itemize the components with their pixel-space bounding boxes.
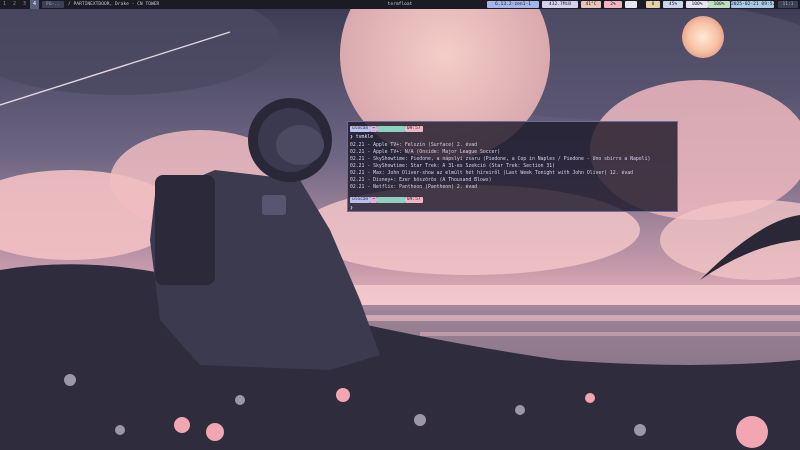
updates-count[interactable]: 0 bbox=[646, 1, 660, 8]
output-line: 02.21 - Apple TV+: N/A (Onside: Major Le… bbox=[350, 150, 501, 155]
workspace-3-button[interactable]: 3 bbox=[20, 0, 29, 9]
prompt2-time: 09:57 bbox=[404, 197, 423, 203]
prompt-user-label: ulocan bbox=[352, 126, 369, 131]
prompt-user: ulocan bbox=[350, 126, 371, 132]
top-status-bar: 1 2 3 4 FG-.. / PARTINEXTDOOR, Drake · C… bbox=[0, 0, 800, 9]
window-title: / PARTINEXTDOOR, Drake · CN TOWER bbox=[68, 2, 160, 7]
window-tag: FG-.. bbox=[42, 1, 64, 8]
command-line: ❯ tvmkle bbox=[350, 135, 374, 140]
memory-usage: 432.7MiB bbox=[542, 1, 578, 8]
desktop-wallpaper bbox=[0, 0, 800, 450]
workspace-4-button[interactable]: 4 bbox=[30, 0, 39, 9]
prompt2-dir: ~ bbox=[370, 197, 377, 203]
output-line: 02.21 - SkyShowtime: Star Trek: A 31-es … bbox=[350, 164, 556, 169]
output-line: 02.21 - Apple TV+: Felszín (Surface) 2. … bbox=[350, 143, 478, 148]
output-line: 02.21 - Netflix: Pantheon (Pantheon) 2. … bbox=[350, 185, 478, 190]
workspace-1-button[interactable]: 1 bbox=[0, 0, 9, 9]
prompt-line-2: ulocan ~09:57 bbox=[350, 197, 423, 204]
volume-indicator[interactable]: 45% bbox=[663, 1, 683, 8]
prompt-dir: ~ bbox=[370, 126, 377, 132]
battery-indicator: 100% bbox=[708, 1, 730, 8]
terminal-input-cursor[interactable]: ❯ bbox=[350, 205, 353, 212]
prompt2-user: ulocan bbox=[350, 197, 371, 203]
output-line: 02.21 - Max: John Oliver-show az elmúlt … bbox=[350, 171, 634, 176]
spacer-segment bbox=[625, 1, 637, 8]
prompt-time: 09:57 bbox=[404, 126, 423, 132]
workspace-2-button[interactable]: 2 bbox=[10, 0, 19, 9]
temperature: 41°C bbox=[581, 1, 601, 8]
floating-terminal-window[interactable]: ulocan ~09:57 ❯ tvmkle 02.21 - Apple TV+… bbox=[347, 121, 678, 212]
prompt-git-segment bbox=[376, 126, 405, 132]
sun bbox=[682, 16, 724, 58]
output-line: 02.21 - SkyShowtime: Piedone, a nápslyi … bbox=[350, 157, 651, 162]
prompt-line: ulocan ~09:57 bbox=[350, 126, 423, 133]
date-time[interactable]: 2025-02-21 09:57 bbox=[731, 1, 774, 8]
center-title: termfloat bbox=[387, 2, 413, 7]
output-line: 02.21 - Disney+: Ezer böszörös (A Thousa… bbox=[350, 178, 492, 183]
brightness-indicator[interactable]: 100% bbox=[686, 1, 708, 8]
kernel-version: 6.13.2-zen1-1 bbox=[487, 1, 539, 8]
system-tray[interactable]: 11:1 bbox=[778, 1, 798, 8]
cpu-usage: 2% bbox=[604, 1, 622, 8]
prompt2-git-segment bbox=[376, 197, 405, 203]
